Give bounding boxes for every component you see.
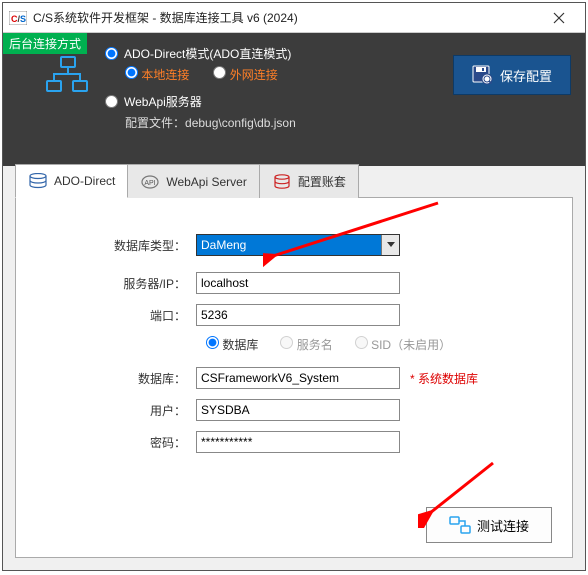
api-icon: API — [140, 174, 160, 190]
radio-webapi[interactable]: WebApi服务器 — [105, 93, 296, 110]
user-input[interactable] — [196, 399, 400, 421]
app-icon: C/S — [9, 10, 27, 26]
radio-ado-label: ADO-Direct模式(ADO直连模式) — [124, 45, 291, 62]
save-icon — [472, 65, 494, 85]
radio-local[interactable]: 本地连接 — [125, 66, 189, 83]
opt-servicename[interactable]: 服务名 — [280, 336, 332, 353]
connection-mode-panel: 后台连接方式 ADO-Direct模式(ADO直连模式) 本地连接 — [3, 33, 585, 166]
database-icon — [28, 173, 48, 189]
mode-radio-group: ADO-Direct模式(ADO直连模式) 本地连接 外网连接 WebApi服务… — [105, 45, 296, 131]
config-path-row: 配置文件：debug\config\db.json — [125, 114, 296, 131]
password-input[interactable] — [196, 431, 400, 453]
port-label: 端口： — [16, 307, 196, 324]
user-label: 用户： — [16, 402, 196, 419]
connect-icon — [449, 516, 471, 534]
svg-text:C/S: C/S — [11, 14, 26, 24]
close-icon — [553, 12, 565, 24]
server-input[interactable] — [196, 272, 400, 294]
radio-webapi-label: WebApi服务器 — [124, 93, 202, 110]
radio-ado-input[interactable] — [105, 47, 118, 60]
radio-remote[interactable]: 外网连接 — [213, 66, 277, 83]
ado-panel: 数据库类型： DaMeng 服务器/IP： 端口： 数据库 服务 — [15, 197, 573, 558]
save-config-button[interactable]: 保存配置 — [453, 55, 571, 95]
password-label: 密码： — [16, 434, 196, 451]
chevron-down-icon[interactable] — [381, 235, 399, 255]
close-button[interactable] — [539, 4, 579, 32]
network-icon — [43, 55, 91, 95]
database-input[interactable] — [196, 367, 400, 389]
tabs: ADO-Direct API WebApi Server 配置账套 — [15, 164, 358, 198]
db-type-label: 数据库类型： — [16, 237, 196, 254]
panel-tag: 后台连接方式 — [3, 33, 87, 54]
test-connection-button[interactable]: 测试连接 — [426, 507, 552, 543]
tab-ado-direct[interactable]: ADO-Direct — [15, 164, 128, 198]
database-hint: * 系统数据库 — [410, 370, 478, 387]
accounts-icon — [272, 174, 292, 190]
app-window: C/S C/S系统软件开发框架 - 数据库连接工具 v6 (2024) 后台连接… — [2, 2, 586, 571]
port-input[interactable] — [196, 304, 400, 326]
content-area: ADO-Direct API WebApi Server 配置账套 — [3, 166, 585, 570]
svg-text:API: API — [145, 180, 156, 187]
opt-database[interactable]: 数据库 — [206, 336, 258, 353]
tab-accounts[interactable]: 配置账套 — [259, 164, 359, 198]
tab-webapi[interactable]: API WebApi Server — [127, 164, 259, 198]
titlebar: C/S C/S系统软件开发框架 - 数据库连接工具 v6 (2024) — [3, 3, 585, 33]
server-label: 服务器/IP： — [16, 275, 196, 292]
database-label: 数据库： — [16, 370, 196, 387]
opt-sid[interactable]: SID（未启用） — [355, 336, 451, 353]
radio-ado-direct[interactable]: ADO-Direct模式(ADO直连模式) — [105, 45, 296, 62]
window-title: C/S系统软件开发框架 - 数据库连接工具 v6 (2024) — [33, 9, 539, 26]
db-type-select[interactable]: DaMeng — [196, 234, 400, 256]
